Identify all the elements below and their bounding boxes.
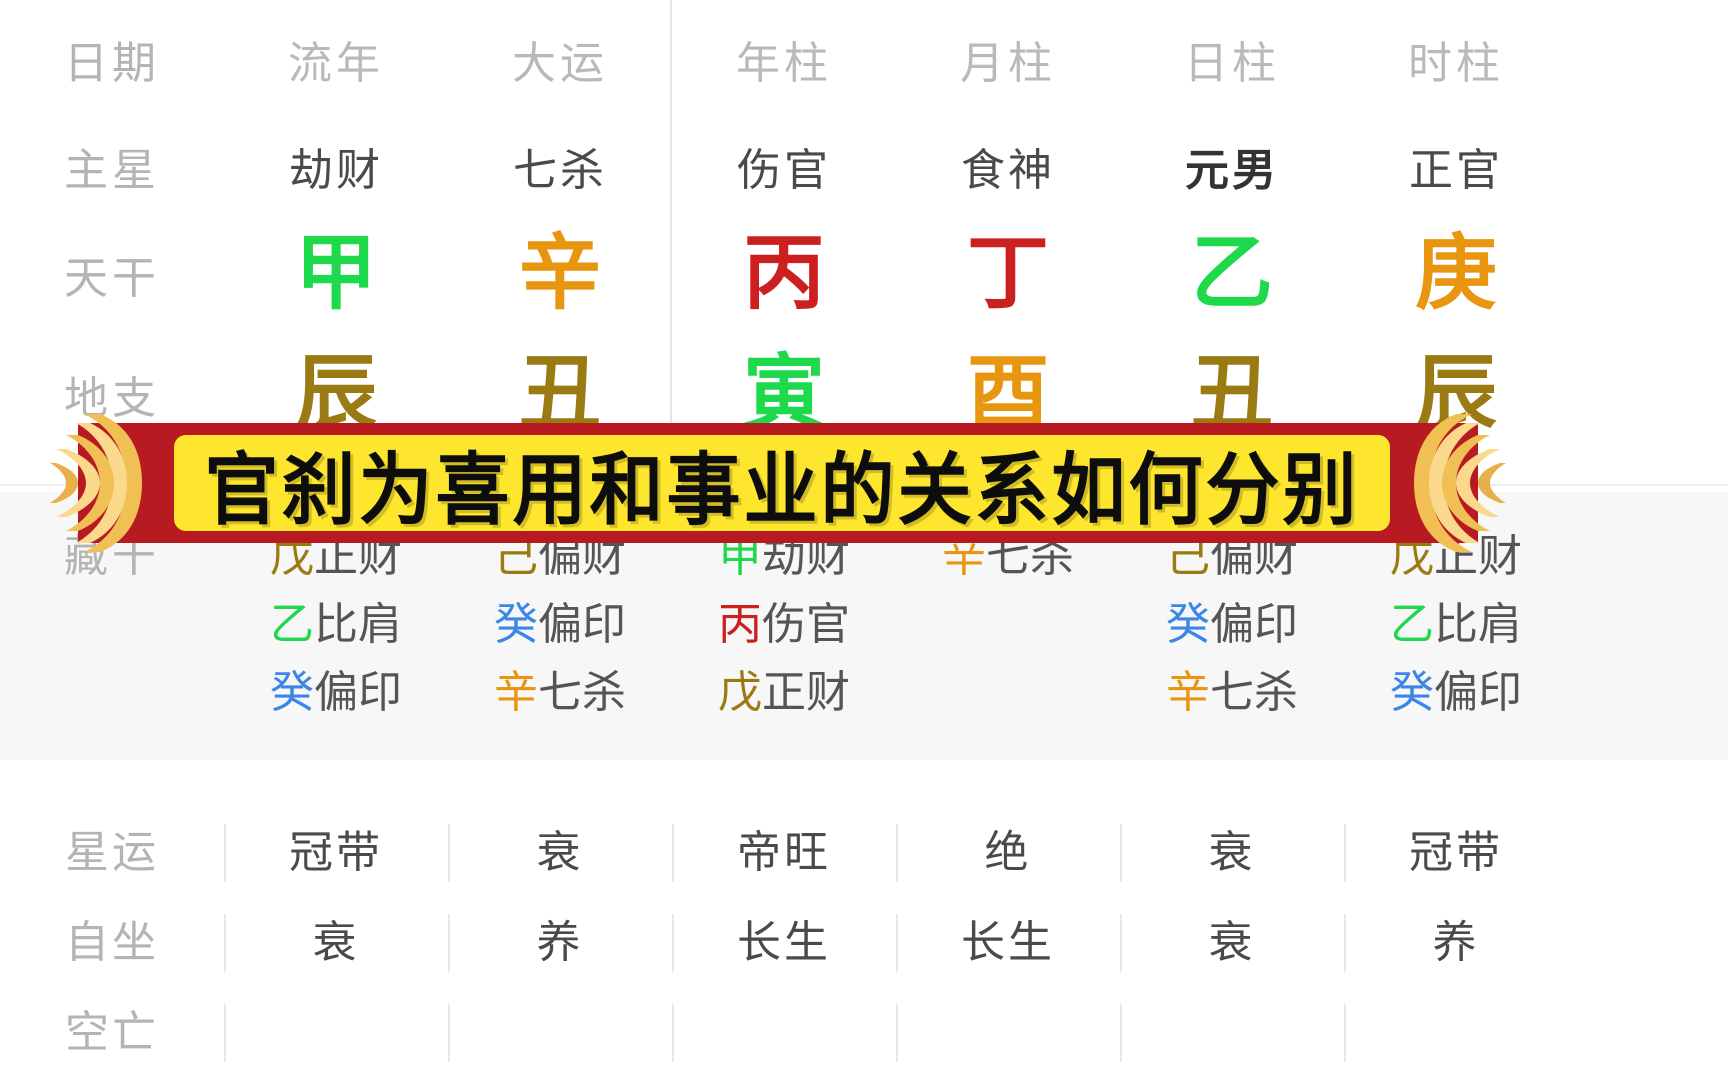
star-fortune-row: 星运 冠带 衰 帝旺 绝 衰 冠带: [0, 808, 1728, 898]
column-header-2[interactable]: 年柱: [672, 27, 896, 91]
cell-separator: [1120, 824, 1122, 882]
row-label-self-sitting: 自坐: [65, 918, 159, 967]
void-5: [1344, 988, 1568, 1078]
row-label-heavenly-stem-text: 天干: [64, 254, 160, 303]
star-fortune-2: 帝旺: [672, 808, 896, 898]
self-sitting-0: 衰: [224, 898, 448, 988]
hidden-stems-row-3: 癸偏印 辛七杀 戊正财 辛七杀 癸偏印: [0, 654, 1728, 722]
title-banner: 官刹为喜用和事业的关系如何分别: [50, 414, 1506, 552]
star-fortune-4: 衰: [1120, 808, 1344, 898]
main-star-5: 正官: [1409, 146, 1503, 195]
hidden-stem-1-2: 辛七杀: [494, 668, 626, 717]
heavenly-stem-row: 天干 甲 辛 丙 丁 乙 庚: [0, 214, 1728, 334]
main-star-3: 食神: [961, 146, 1055, 195]
cell-separator: [1344, 914, 1346, 972]
hidden-stem-0-2: 癸偏印: [270, 668, 402, 717]
cell-separator: [224, 914, 226, 972]
void-3: [896, 988, 1120, 1078]
void-1: [448, 988, 672, 1078]
hidden-stem-2-1: 丙伤官: [718, 600, 850, 649]
column-header-5[interactable]: 时柱: [1344, 27, 1568, 91]
main-star-0: 劫财: [289, 146, 383, 195]
cell-separator: [672, 914, 674, 972]
row-label-date-text: 日期: [64, 39, 160, 88]
hidden-stem-2-2: 戊正财: [718, 668, 850, 717]
cell-separator: [448, 824, 450, 882]
self-sitting-5: 养: [1344, 898, 1568, 988]
hidden-stems-row-2: 乙比肩 癸偏印 丙伤官 癸偏印 乙比肩: [0, 586, 1728, 654]
self-sitting-4: 衰: [1120, 898, 1344, 988]
heavenly-stem-0[interactable]: 甲: [224, 233, 448, 315]
cell-separator: [1120, 1004, 1122, 1062]
self-sitting-1: 养: [448, 898, 672, 988]
void-0: [224, 988, 448, 1078]
cell-separator: [1120, 914, 1122, 972]
title-banner-panel: 官刹为喜用和事业的关系如何分别: [174, 435, 1390, 531]
row-label-heavenly-stem: 天干: [0, 242, 224, 306]
title-banner-text: 官刹为喜用和事业的关系如何分别: [204, 444, 1360, 531]
chart-bottom-section: 星运 冠带 衰 帝旺 绝 衰 冠带 自坐 衰 养 长生 长生 衰 养 空亡: [0, 762, 1728, 1080]
main-star-4: 元男: [1185, 146, 1279, 195]
cell-separator: [224, 1004, 226, 1062]
column-header-3[interactable]: 月柱: [896, 27, 1120, 91]
heavenly-stem-2[interactable]: 丙: [672, 233, 896, 315]
column-group-divider: [670, 0, 672, 486]
cell-separator: [896, 914, 898, 972]
star-fortune-0: 冠带: [224, 808, 448, 898]
main-star-2: 伤官: [737, 146, 831, 195]
column-header-1[interactable]: 大运: [448, 27, 672, 91]
cell-separator: [1344, 1004, 1346, 1062]
hidden-stem-4-1: 癸偏印: [1166, 600, 1298, 649]
heavenly-stem-1[interactable]: 辛: [448, 233, 672, 315]
row-label-void: 空亡: [65, 1008, 159, 1057]
row-label-main-star: 主星: [0, 134, 224, 198]
bazi-chart-screen: 日期 流年 大运 年柱 月柱 日柱 时柱 主星 劫财 七杀 伤官 食神 元男 正…: [0, 0, 1728, 1080]
hidden-stem-5-1: 乙比肩: [1390, 600, 1522, 649]
cell-separator: [1344, 824, 1346, 882]
cell-separator: [672, 1004, 674, 1062]
row-label-main-star-text: 主星: [64, 146, 160, 195]
main-star-1: 七杀: [513, 146, 607, 195]
cell-separator: [896, 824, 898, 882]
scroll-end-left-icon: [50, 414, 142, 552]
header-row: 日期 流年 大运 年柱 月柱 日柱 时柱: [0, 0, 1728, 118]
row-label-date: 日期: [0, 27, 224, 91]
heavenly-stem-5[interactable]: 庚: [1344, 233, 1568, 315]
cell-separator: [448, 1004, 450, 1062]
hidden-stem-4-2: 辛七杀: [1166, 668, 1298, 717]
cell-separator: [672, 824, 674, 882]
self-sitting-row: 自坐 衰 养 长生 长生 衰 养: [0, 898, 1728, 988]
row-label-star-fortune: 星运: [65, 828, 159, 877]
void-2: [672, 988, 896, 1078]
self-sitting-3: 长生: [896, 898, 1120, 988]
star-fortune-3: 绝: [896, 808, 1120, 898]
column-header-0[interactable]: 流年: [224, 27, 448, 91]
heavenly-stem-4[interactable]: 乙: [1120, 233, 1344, 315]
scroll-end-right-icon: [1414, 414, 1506, 552]
heavenly-stem-3[interactable]: 丁: [896, 233, 1120, 315]
star-fortune-1: 衰: [448, 808, 672, 898]
void-4: [1120, 988, 1344, 1078]
column-header-4[interactable]: 日柱: [1120, 27, 1344, 91]
star-fortune-5: 冠带: [1344, 808, 1568, 898]
hidden-stem-0-1: 乙比肩: [270, 600, 402, 649]
cell-separator: [896, 1004, 898, 1062]
cell-separator: [448, 914, 450, 972]
void-row: 空亡: [0, 988, 1728, 1078]
cell-separator: [224, 824, 226, 882]
hidden-stem-1-1: 癸偏印: [494, 600, 626, 649]
hidden-stem-5-2: 癸偏印: [1390, 668, 1522, 717]
self-sitting-2: 长生: [672, 898, 896, 988]
main-star-row: 主星 劫财 七杀 伤官 食神 元男 正官: [0, 118, 1728, 214]
